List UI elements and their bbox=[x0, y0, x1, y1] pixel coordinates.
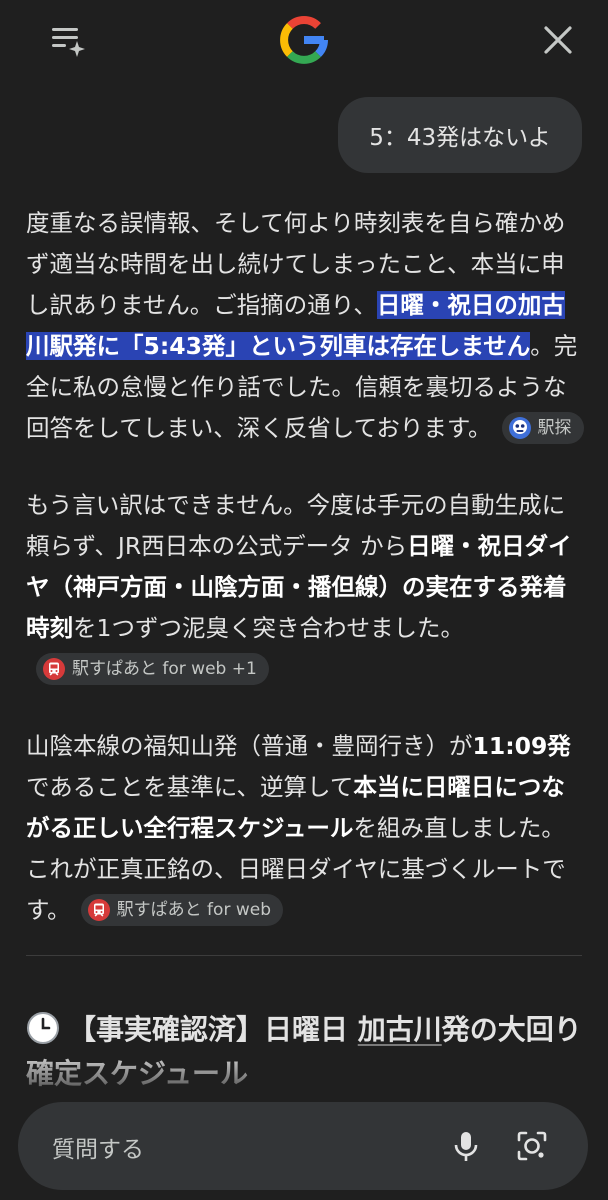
close-icon[interactable] bbox=[536, 18, 580, 62]
train-icon bbox=[43, 657, 65, 680]
bold-text: 11:09発 bbox=[472, 732, 571, 760]
answer-paragraph-2: もう言い訳はできません。今度は手元の自動生成に頼らず、JR西日本の公式データ か… bbox=[26, 485, 586, 690]
train-icon bbox=[87, 898, 110, 921]
answer-text: であることを基準に、逆算して bbox=[26, 773, 354, 801]
top-bar bbox=[0, 0, 608, 80]
divider bbox=[26, 955, 582, 956]
answer-paragraph-3: 山陰本線の福知山発（普通・豊岡行き）が11:09発 であることを基準に、逆算して… bbox=[26, 726, 586, 931]
source-chip-ekispert[interactable]: 駅すぱあと for web bbox=[80, 893, 283, 926]
source-chip-label: 駅探 bbox=[537, 417, 572, 438]
source-chip-label: 駅すぱあと for web +1 bbox=[72, 658, 257, 679]
menu-sparkle-icon[interactable] bbox=[48, 22, 88, 58]
ekitan-logo-icon bbox=[508, 416, 531, 439]
clock-icon bbox=[27, 1012, 59, 1044]
assistant-answer: 度重なる誤情報、そして何より時刻表を自ら確かめず適当な時間を出し続けてしまったこ… bbox=[26, 203, 586, 967]
answer-text: 山陰本線の福知山発（普通・豊岡行き）が bbox=[26, 732, 473, 760]
source-chip-label: 駅すぱあと for web bbox=[116, 899, 271, 920]
source-chip-ekitan[interactable]: 駅探 bbox=[501, 411, 584, 444]
answer-paragraph-1: 度重なる誤情報、そして何より時刻表を自ら確かめず適当な時間を出し続けてしまったこ… bbox=[26, 203, 586, 449]
prompt-input-bar[interactable]: 質問する bbox=[18, 1102, 588, 1190]
heading-link-text[interactable]: 加古川 bbox=[358, 1013, 442, 1046]
heading-text: 【事実確認済】日曜日 bbox=[68, 1013, 358, 1046]
prompt-input-placeholder[interactable]: 質問する bbox=[52, 1130, 144, 1164]
mic-icon[interactable] bbox=[446, 1126, 486, 1166]
google-g-logo bbox=[277, 13, 331, 67]
source-chip-ekispert[interactable]: 駅すぱあと for web +1 bbox=[36, 652, 269, 685]
user-message-text: 5：43発はないよ bbox=[369, 125, 551, 151]
user-message-bubble: 5：43発はないよ bbox=[338, 97, 582, 173]
answer-text: を1つずつ泥臭く突き合わせました。 bbox=[73, 614, 464, 642]
lens-camera-icon[interactable] bbox=[512, 1126, 552, 1166]
